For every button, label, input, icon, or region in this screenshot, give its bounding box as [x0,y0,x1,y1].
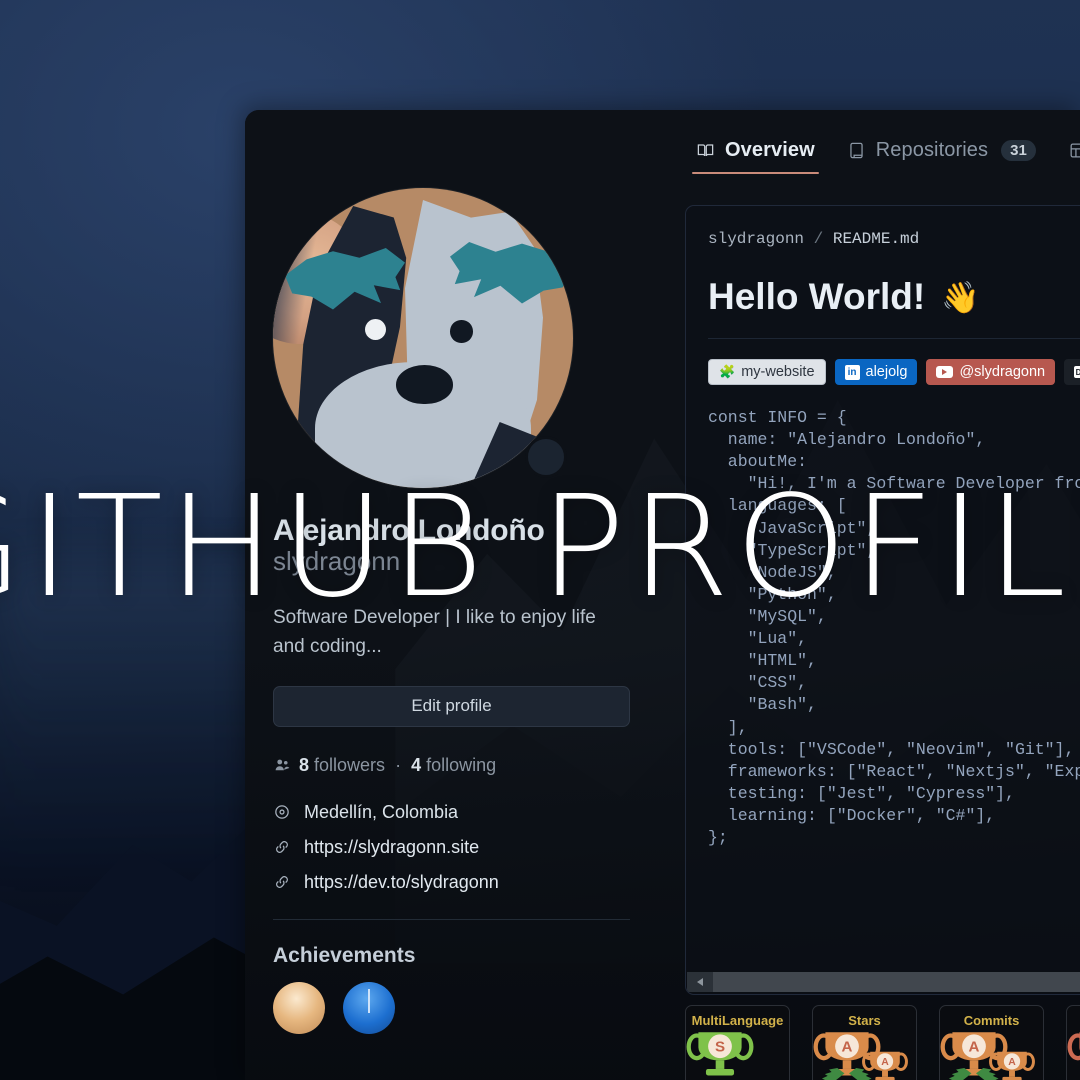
trophy-multilanguage-cups: S [686,1032,784,1080]
trophy-rank: A [834,1034,859,1059]
trophy-row: MultiLanguage S Stars A A Commits A A [685,1005,1080,1080]
following-label: following [426,754,497,775]
badge-my-website-label: my-website [741,364,815,380]
avatar-eye-right [450,320,473,343]
trophy-rank: A [961,1034,986,1059]
tab-projects[interactable]: Projec [1052,120,1080,180]
status-emoji-icon[interactable]: status-emoji-icon [525,436,567,478]
waving-hand-icon: 👋 [941,279,980,315]
readme-card: slydragonn / README.md Hello World! 👋 🧩 … [685,205,1080,995]
profile-sidebar: status-emoji-icon Alejandro Londoño slyd… [273,188,663,1034]
link-icon [276,876,288,889]
tab-overview-label: Overview [725,138,815,161]
edit-profile-button[interactable]: Edit profile [273,685,630,727]
tab-repositories-label: Repositories [875,138,989,161]
book-icon [696,141,715,160]
profile-bio: Software Developer | I like to enjoy lif… [273,607,596,658]
readme-heading-text: Hello World! [708,276,926,317]
badge-my-website[interactable]: 🧩 my-website [708,359,826,385]
trophy-commits[interactable]: Commits A A [939,1005,1044,1080]
breadcrumb-file[interactable]: README.md [833,230,919,248]
link-icon [276,841,288,854]
profile-nav-tabs: Overview Repositories 31 Projec [245,110,1080,190]
achievement-badge-gold[interactable] [273,981,325,1034]
location-icon [275,805,289,820]
avatar-eye-left [364,318,386,340]
achievements-row [273,981,663,1034]
profile-location: Medellín, Colombia [273,802,663,823]
followers-row: 8 followers · 4 following [273,755,663,776]
breadcrumb-separator: / [813,230,824,248]
horizontal-scrollbar[interactable] [687,971,1080,993]
followers-link[interactable]: 8 followers [299,755,385,776]
laurel-wreath-icon [948,1064,1000,1080]
achievements-heading: Achievements [273,943,416,967]
trophy-repositories-cups: A [1067,1032,1080,1080]
profile-website-1[interactable]: https://slydragonn.site [273,837,663,858]
github-profile-window: Overview Repositories 31 Projec [245,110,1080,1080]
badge-youtube[interactable]: @slydragonn [926,359,1056,385]
trophy-stars-title: Stars [848,1013,881,1028]
trophy-stars[interactable]: Stars A A [812,1005,917,1080]
repositories-count: 31 [1001,139,1036,161]
trophy-cup: S [686,1032,753,1080]
website-icon: 🧩 [719,364,736,379]
profile-name: Alejandro Londoño [273,514,545,547]
avatar-nose [396,365,453,404]
tab-overview[interactable]: Overview [680,120,831,180]
scroll-left-arrow-icon[interactable] [687,972,713,992]
profile-website-1-text: https://slydragonn.site [304,836,480,857]
youtube-icon [936,366,954,378]
badge-linkedin[interactable]: in alejolg [834,359,918,385]
badger-avatar[interactable] [273,188,573,488]
meta-separator: · [395,754,402,775]
readme-heading: Hello World! 👋 [708,276,1080,318]
table-icon [1068,141,1080,160]
trophy-rank-secondary: A [876,1053,893,1070]
trophy-repositories[interactable]: Re A [1066,1005,1080,1080]
profile-website-2-text: https://dev.to/slydragonn [304,871,499,892]
breadcrumb-repo[interactable]: slydragonn [708,230,804,248]
profile-login: slydragonn [273,546,401,576]
trophy-rank: S [707,1034,732,1059]
followers-count: 8 [299,754,310,775]
scrollbar-thumb[interactable] [713,972,1080,992]
trophy-commits-title: Commits [963,1013,1020,1028]
badge-youtube-label: @slydragonn [959,364,1046,380]
trophy-cup-secondary: A [861,1051,908,1080]
trophy-cup-secondary: A [988,1051,1035,1080]
profile-meta-list: Medellín, Colombia https://slydragonn.si… [273,802,663,893]
readme-heading-rule [708,338,1080,339]
trophy-multilanguage-title: MultiLanguage [691,1013,784,1028]
readme-badges: 🧩 my-website in alejolg @slydragonn DEV … [708,359,1080,385]
following-link[interactable]: 4 following [411,755,496,776]
trophy-multilanguage[interactable]: MultiLanguage S [685,1005,790,1080]
badge-devto[interactable]: DEV slydra [1064,359,1080,385]
profile-location-text: Medellín, Colombia [304,801,459,822]
trophy-commits-cups: A A [940,1032,1038,1080]
achievement-badge-blue[interactable] [343,981,395,1034]
followers-label: followers [314,754,386,775]
devto-icon: DEV [1074,366,1080,378]
readme-code-block: const INFO = { name: "Alejandro Londoño"… [708,408,1080,848]
repo-icon [847,141,866,160]
linkedin-icon: in [844,364,860,380]
tab-repositories[interactable]: Repositories 31 [831,120,1052,180]
following-count: 4 [411,754,422,775]
trophy-rank-secondary: A [1003,1053,1020,1070]
breadcrumb: slydragonn / README.md [686,206,1080,248]
sidebar-divider [273,918,630,920]
trophy-stars-cups: A A [813,1032,911,1080]
laurel-wreath-icon [821,1064,873,1080]
profile-website-2[interactable]: https://dev.to/slydragonn [273,872,663,893]
badge-linkedin-label: alejolg [865,364,908,380]
people-icon [275,759,290,771]
